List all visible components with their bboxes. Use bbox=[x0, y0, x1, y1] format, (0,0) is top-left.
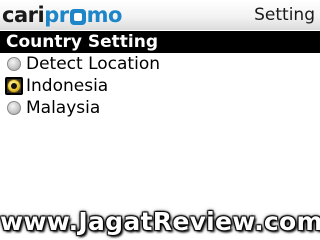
option-detect-location[interactable]: Detect Location bbox=[0, 53, 320, 75]
radio-selected-icon[interactable] bbox=[5, 77, 23, 95]
logo-text-cari: cari bbox=[2, 3, 45, 27]
logo-text-pr: pr bbox=[44, 3, 69, 27]
logo-text-mo: mo bbox=[86, 3, 123, 27]
radio-unselected-icon[interactable] bbox=[5, 55, 23, 73]
caripromo-logo: cari pr mo bbox=[2, 1, 122, 29]
option-label: Malaysia bbox=[26, 98, 101, 118]
option-label: Indonesia bbox=[26, 76, 109, 96]
country-setting-header: Country Setting bbox=[0, 31, 320, 53]
logo-badge-icon bbox=[69, 9, 86, 25]
option-malaysia[interactable]: Malaysia bbox=[0, 97, 320, 119]
option-indonesia[interactable]: Indonesia bbox=[0, 75, 320, 97]
option-label: Detect Location bbox=[26, 54, 160, 74]
radio-unselected-icon[interactable] bbox=[5, 99, 23, 117]
country-options-list: Detect Location Indonesia Malaysia bbox=[0, 53, 320, 119]
jagatreview-watermark: www.JagatReview.com bbox=[0, 207, 320, 236]
title-bar: cari pr mo Setting bbox=[0, 0, 320, 30]
screen-title: Setting bbox=[254, 5, 315, 25]
